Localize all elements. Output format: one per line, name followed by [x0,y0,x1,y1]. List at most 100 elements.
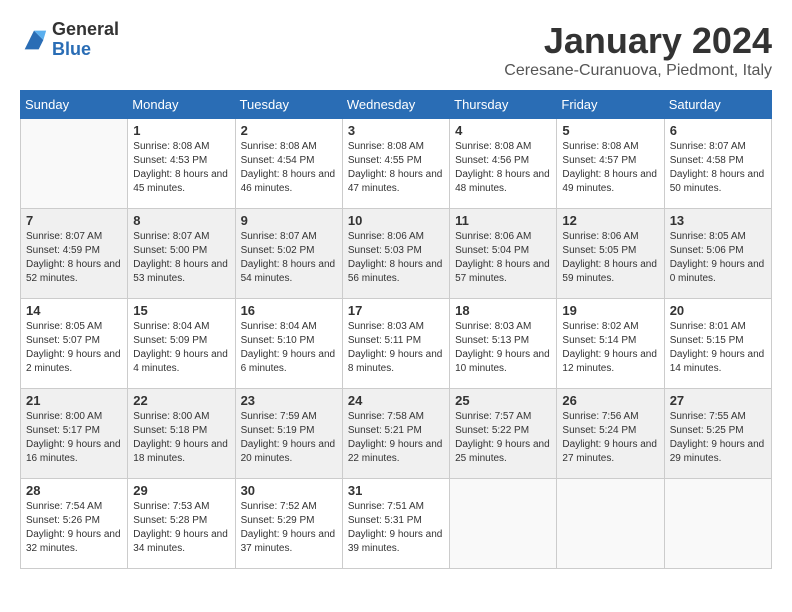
calendar-week-row: 14Sunrise: 8:05 AMSunset: 5:07 PMDayligh… [21,299,772,389]
weekday-header-row: SundayMondayTuesdayWednesdayThursdayFrid… [21,91,772,119]
day-number: 7 [26,213,122,228]
day-info: Sunrise: 7:53 AMSunset: 5:28 PMDaylight:… [133,500,229,556]
calendar-cell: 4Sunrise: 8:08 AMSunset: 4:56 PMDaylight… [450,119,557,209]
calendar-cell: 23Sunrise: 7:59 AMSunset: 5:19 PMDayligh… [235,389,342,479]
day-number: 4 [455,123,551,138]
day-info: Sunrise: 8:06 AMSunset: 5:03 PMDaylight:… [348,230,444,286]
calendar-cell [21,119,128,209]
day-number: 17 [348,303,444,318]
day-info: Sunrise: 8:04 AMSunset: 5:10 PMDaylight:… [241,320,337,376]
day-number: 22 [133,393,229,408]
day-number: 2 [241,123,337,138]
logo: General Blue [20,20,119,60]
calendar-cell: 6 Sunrise: 8:07 AMSunset: 4:58 PMDaylight… [664,119,771,209]
day-info: Sunrise: 7:54 AMSunset: 5:26 PMDaylight:… [26,500,122,556]
weekday-header-thursday: Thursday [450,91,557,119]
day-number: 20 [670,303,766,318]
logo-blue-text: Blue [52,40,119,60]
subtitle: Ceresane-Curanuova, Piedmont, Italy [504,62,772,80]
day-number: 15 [133,303,229,318]
day-number: 5 [562,123,658,138]
calendar-week-row: 21 Sunrise: 8:00 AMSunset: 5:17 PMDayligh… [21,389,772,479]
day-info: Sunrise: 7:57 AMSunset: 5:22 PMDaylight:… [455,410,551,466]
day-info: Sunrise: 8:07 AMSunset: 5:00 PMDaylight:… [133,230,229,286]
calendar-cell: 1Sunrise: 8:08 AMSunset: 4:53 PMDaylight… [128,119,235,209]
day-number: 12 [562,213,658,228]
day-info: Sunrise: 8:03 AMSunset: 5:11 PMDaylight:… [348,320,444,376]
day-number: 31 [348,483,444,498]
calendar-cell: 27 Sunrise: 7:55 AMSunset: 5:25 PMDayligh… [664,389,771,479]
calendar-week-row: 7 Sunrise: 8:07 AMSunset: 4:59 PMDaylight… [21,209,772,299]
calendar-cell [450,479,557,569]
calendar-cell: 14Sunrise: 8:05 AMSunset: 5:07 PMDayligh… [21,299,128,389]
day-number: 8 [133,213,229,228]
weekday-header-friday: Friday [557,91,664,119]
day-info: Sunrise: 8:08 AMSunset: 4:57 PMDaylight:… [562,140,658,196]
day-info: Sunrise: 7:59 AMSunset: 5:19 PMDaylight:… [241,410,337,466]
day-info: Sunrise: 7:58 AMSunset: 5:21 PMDaylight:… [348,410,444,466]
calendar-cell: 31 Sunrise: 7:51 AMSunset: 5:31 PMDayligh… [342,479,449,569]
weekday-header-monday: Monday [128,91,235,119]
calendar-week-row: 1Sunrise: 8:08 AMSunset: 4:53 PMDaylight… [21,119,772,209]
calendar-cell [557,479,664,569]
day-number: 26 [562,393,658,408]
weekday-header-saturday: Saturday [664,91,771,119]
day-info: Sunrise: 7:56 AMSunset: 5:24 PMDaylight:… [562,410,658,466]
day-info: Sunrise: 8:04 AMSunset: 5:09 PMDaylight:… [133,320,229,376]
calendar-cell: 19 Sunrise: 8:02 AMSunset: 5:14 PMDayligh… [557,299,664,389]
calendar-cell: 28 Sunrise: 7:54 AMSunset: 5:26 PMDayligh… [21,479,128,569]
day-info: Sunrise: 8:00 AMSunset: 5:18 PMDaylight:… [133,410,229,466]
day-number: 25 [455,393,551,408]
day-info: Sunrise: 8:07 AMSunset: 4:59 PMDaylight:… [26,230,122,286]
day-number: 13 [670,213,766,228]
day-info: Sunrise: 8:05 AMSunset: 5:06 PMDaylight:… [670,230,766,286]
calendar-cell: 10 Sunrise: 8:06 AMSunset: 5:03 PMDayligh… [342,209,449,299]
calendar-cell: 24 Sunrise: 7:58 AMSunset: 5:21 PMDayligh… [342,389,449,479]
day-number: 6 [670,123,766,138]
logo-icon [20,26,48,54]
day-info: Sunrise: 7:52 AMSunset: 5:29 PMDaylight:… [241,500,337,556]
day-info: Sunrise: 8:00 AMSunset: 5:17 PMDaylight:… [26,410,122,466]
day-info: Sunrise: 8:02 AMSunset: 5:14 PMDaylight:… [562,320,658,376]
logo-text: General Blue [52,20,119,60]
day-info: Sunrise: 7:51 AMSunset: 5:31 PMDaylight:… [348,500,444,556]
calendar-table: SundayMondayTuesdayWednesdayThursdayFrid… [20,90,772,569]
calendar-cell: 22 Sunrise: 8:00 AMSunset: 5:18 PMDayligh… [128,389,235,479]
calendar-cell: 9Sunrise: 8:07 AMSunset: 5:02 PMDaylight… [235,209,342,299]
calendar-cell: 15 Sunrise: 8:04 AMSunset: 5:09 PMDayligh… [128,299,235,389]
day-info: Sunrise: 8:07 AMSunset: 5:02 PMDaylight:… [241,230,337,286]
calendar-cell: 3 Sunrise: 8:08 AMSunset: 4:55 PMDaylight… [342,119,449,209]
header: General Blue January 2024 Ceresane-Curan… [20,20,772,80]
day-number: 27 [670,393,766,408]
day-number: 16 [241,303,337,318]
calendar-week-row: 28 Sunrise: 7:54 AMSunset: 5:26 PMDayligh… [21,479,772,569]
day-info: Sunrise: 8:05 AMSunset: 5:07 PMDaylight:… [26,320,122,376]
day-info: Sunrise: 8:03 AMSunset: 5:13 PMDaylight:… [455,320,551,376]
calendar-cell: 20 Sunrise: 8:01 AMSunset: 5:15 PMDayligh… [664,299,771,389]
day-number: 28 [26,483,122,498]
logo-general-text: General [52,20,119,40]
calendar-cell: 29 Sunrise: 7:53 AMSunset: 5:28 PMDayligh… [128,479,235,569]
day-number: 19 [562,303,658,318]
day-number: 10 [348,213,444,228]
day-info: Sunrise: 8:08 AMSunset: 4:54 PMDaylight:… [241,140,337,196]
calendar-cell: 13 Sunrise: 8:05 AMSunset: 5:06 PMDayligh… [664,209,771,299]
calendar-cell: 16 Sunrise: 8:04 AMSunset: 5:10 PMDayligh… [235,299,342,389]
day-info: Sunrise: 8:01 AMSunset: 5:15 PMDaylight:… [670,320,766,376]
day-info: Sunrise: 7:55 AMSunset: 5:25 PMDaylight:… [670,410,766,466]
day-number: 11 [455,213,551,228]
calendar-cell: 5 Sunrise: 8:08 AMSunset: 4:57 PMDaylight… [557,119,664,209]
day-number: 3 [348,123,444,138]
calendar-cell: 30Sunrise: 7:52 AMSunset: 5:29 PMDayligh… [235,479,342,569]
calendar-cell: 17 Sunrise: 8:03 AMSunset: 5:11 PMDayligh… [342,299,449,389]
day-number: 29 [133,483,229,498]
calendar-cell: 7 Sunrise: 8:07 AMSunset: 4:59 PMDaylight… [21,209,128,299]
day-info: Sunrise: 8:07 AMSunset: 4:58 PMDaylight:… [670,140,766,196]
calendar-cell: 18Sunrise: 8:03 AMSunset: 5:13 PMDayligh… [450,299,557,389]
calendar-cell: 12Sunrise: 8:06 AMSunset: 5:05 PMDayligh… [557,209,664,299]
day-number: 24 [348,393,444,408]
calendar-cell: 25 Sunrise: 7:57 AMSunset: 5:22 PMDayligh… [450,389,557,479]
day-info: Sunrise: 8:08 AMSunset: 4:55 PMDaylight:… [348,140,444,196]
weekday-header-sunday: Sunday [21,91,128,119]
day-number: 21 [26,393,122,408]
